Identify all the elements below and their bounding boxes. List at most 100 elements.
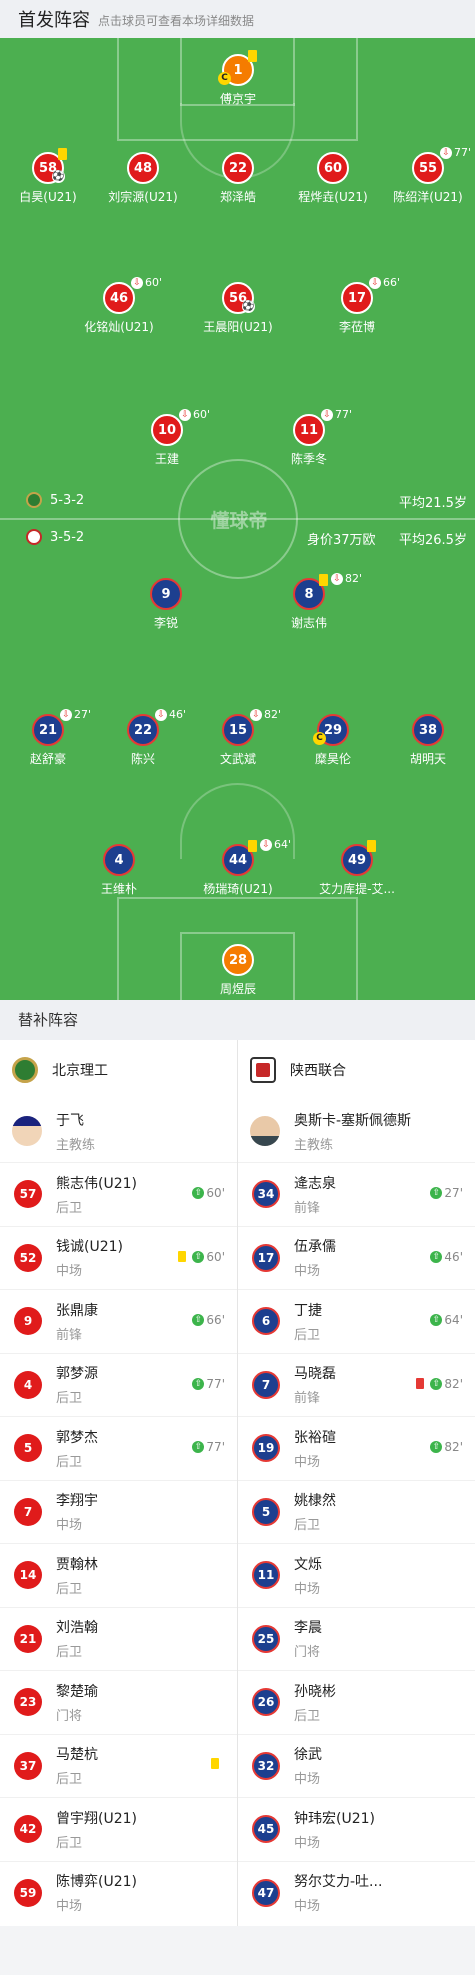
home-coach-row[interactable]: 于飞 主教练 bbox=[0, 1100, 237, 1162]
sub-player-name: 马晓磊 bbox=[294, 1366, 336, 1383]
home-player[interactable]: 55 陈绍洋(U21) ⇩ 77' bbox=[368, 146, 475, 212]
sub-player-position: 前锋 bbox=[294, 1391, 321, 1407]
sub-on-icon: ⇧ bbox=[430, 1187, 443, 1199]
coach-role: 主教练 bbox=[294, 1137, 334, 1153]
sub-player-row[interactable]: 47 努尔艾力-吐... 中场 bbox=[238, 1860, 475, 1925]
player-name: 李莅博 bbox=[338, 320, 375, 334]
sub-on-minute: 66' bbox=[206, 1313, 225, 1327]
player-number-badge: 48 bbox=[127, 152, 159, 184]
sub-events: ⇧ 77' bbox=[192, 1440, 225, 1454]
home-subs-list: 57 熊志伟(U21) 后卫 ⇧ 60' 52 钱诚(U21) 中场 ⇧ 60' 9 张鼎康 前锋 ⇧ 66… bbox=[0, 1162, 237, 1924]
home-player[interactable]: 10 王建 ⇩ 60' bbox=[107, 408, 227, 474]
sub-player-row[interactable]: 25 李晨 门将 bbox=[238, 1606, 475, 1671]
sub-events: ⇧ 82' bbox=[416, 1377, 463, 1391]
sub-on-minute: 82' bbox=[444, 1440, 463, 1454]
sub-player-name: 张鼎康 bbox=[56, 1302, 98, 1319]
pitch: 懂球帝 5-3-2 平均21.5岁 3-5-2 身价37万欧 平均26.5岁 1… bbox=[0, 38, 475, 1000]
sub-minute: 77' bbox=[454, 146, 472, 159]
sub-player-name: 黎楚瑜 bbox=[56, 1683, 98, 1700]
sub-player-row[interactable]: 17 伍承儒 中场 ⇧ 46' bbox=[238, 1225, 475, 1290]
sub-player-row[interactable]: 23 黎楚瑜 门将 bbox=[0, 1670, 237, 1734]
sub-player-position: 门将 bbox=[56, 1708, 83, 1724]
sub-player-name: 陈博弈(U21) bbox=[56, 1874, 137, 1891]
captain-icon: C bbox=[218, 72, 231, 85]
away-coach-row[interactable]: 奥斯卡-塞斯佩德斯 主教练 bbox=[238, 1100, 475, 1162]
away-team-row[interactable]: 陕西联合 bbox=[238, 1040, 475, 1100]
sub-player-name: 郭梦杰 bbox=[56, 1429, 98, 1446]
sub-player-row[interactable]: 5 姚棣然 后卫 bbox=[238, 1479, 475, 1544]
sub-player-position: 后卫 bbox=[56, 1835, 83, 1851]
away-player[interactable]: 38 胡明天 bbox=[368, 714, 475, 774]
sub-minute: 60' bbox=[193, 408, 211, 421]
captain-icon: C bbox=[313, 732, 326, 745]
player-name: 陈季冬 bbox=[290, 452, 327, 466]
sub-player-position: 前锋 bbox=[56, 1327, 83, 1343]
away-player[interactable]: 28 周煜辰 bbox=[178, 944, 298, 1000]
away-player[interactable]: 9 李锐 bbox=[106, 578, 226, 638]
sub-player-row[interactable]: 14 贾翰林 后卫 bbox=[0, 1543, 237, 1607]
home-player[interactable]: 56 王晨阳(U21) ⚽ bbox=[178, 282, 298, 342]
sub-events: ⇧ 66' bbox=[192, 1313, 225, 1327]
sub-player-position: 后卫 bbox=[56, 1772, 83, 1788]
sub-events: ⇧ 64' bbox=[430, 1313, 463, 1327]
coach-name: 于飞 bbox=[56, 1112, 84, 1129]
sub-player-row[interactable]: 4 郭梦源 后卫 ⇧ 77' bbox=[0, 1352, 237, 1417]
red-card-icon bbox=[416, 1378, 425, 1389]
player-number-badge: 32 bbox=[252, 1751, 280, 1780]
substitutes-panel: 北京理工 于飞 主教练 57 熊志伟(U21) 后卫 ⇧ 60' 52 钱诚(U21) 中场 ⇧ 6… bbox=[0, 1040, 475, 1926]
sub-player-row[interactable]: 26 孙晓彬 后卫 bbox=[238, 1670, 475, 1734]
sub-player-position: 中场 bbox=[294, 1264, 321, 1280]
sub-player-row[interactable]: 52 钱诚(U21) 中场 ⇧ 60' bbox=[0, 1225, 237, 1290]
sub-minute: 82' bbox=[345, 572, 363, 585]
home-player[interactable]: 1 傅京宇 C bbox=[178, 50, 298, 114]
sub-on-icon: ⇧ bbox=[192, 1377, 205, 1390]
sub-player-row[interactable]: 7 马晓磊 前锋 ⇧ 82' bbox=[238, 1352, 475, 1417]
player-name: 陈绍洋(U21) bbox=[393, 190, 463, 204]
player-number-badge: 21 bbox=[14, 1624, 42, 1653]
player-name: 周煜辰 bbox=[219, 982, 256, 996]
player-name: 谢志伟 bbox=[290, 616, 327, 630]
sub-player-row[interactable]: 57 熊志伟(U21) 后卫 ⇧ 60' bbox=[0, 1162, 237, 1226]
coach-name: 奥斯卡-塞斯佩德斯 bbox=[294, 1112, 412, 1129]
sub-player-position: 后卫 bbox=[56, 1581, 83, 1597]
sub-player-row[interactable]: 5 郭梦杰 后卫 ⇧ 77' bbox=[0, 1416, 237, 1480]
sub-player-row[interactable]: 21 刘浩翰 后卫 bbox=[0, 1606, 237, 1671]
sub-player-position: 中场 bbox=[294, 1581, 321, 1597]
sub-player-row[interactable]: 42 曾宇翔(U21) 后卫 bbox=[0, 1797, 237, 1861]
player-number-badge: 52 bbox=[14, 1243, 42, 1272]
sub-player-row[interactable]: 32 徐武 中场 bbox=[238, 1733, 475, 1798]
sub-player-row[interactable]: 59 陈博弈(U21) 中场 bbox=[0, 1860, 237, 1925]
home-player[interactable]: 46 化铭灿(U21) ⇩ 60' bbox=[59, 276, 179, 342]
sub-player-row[interactable]: 7 李翔宇 中场 bbox=[0, 1479, 237, 1544]
away-player[interactable]: 49 艾力库提-艾... bbox=[297, 840, 417, 904]
player-number-badge: 60 bbox=[317, 152, 349, 184]
yellow-card-icon bbox=[367, 840, 376, 852]
player-number-badge: 38 bbox=[412, 714, 444, 746]
sub-on-icon: ⇧ bbox=[430, 1250, 443, 1263]
away-player[interactable]: 8 谢志伟 ⇩ 82' bbox=[249, 572, 369, 638]
home-team-row[interactable]: 北京理工 bbox=[0, 1040, 237, 1100]
home-subs-column: 北京理工 于飞 主教练 57 熊志伟(U21) 后卫 ⇧ 60' 52 钱诚(U21) 中场 ⇧ 6… bbox=[0, 1040, 237, 1924]
away-player[interactable]: 4 王维朴 bbox=[59, 844, 179, 904]
away-player[interactable]: 44 杨瑞琦(U21) ⇩ 64' bbox=[178, 838, 298, 904]
goal-ball-icon: ⚽ bbox=[52, 170, 65, 183]
sub-player-row[interactable]: 11 文烁 中场 bbox=[238, 1543, 475, 1607]
lineup-header: 首发阵容 点击球员可查看本场详细数据 bbox=[0, 0, 475, 38]
sub-player-row[interactable]: 6 丁捷 后卫 ⇧ 64' bbox=[238, 1289, 475, 1353]
player-name: 李锐 bbox=[153, 616, 178, 630]
home-team-logo-icon bbox=[12, 1057, 38, 1083]
sub-player-row[interactable]: 37 马楚杭 后卫 bbox=[0, 1733, 237, 1798]
sub-player-row[interactable]: 19 张裕碹 中场 ⇧ 82' bbox=[238, 1416, 475, 1480]
sub-player-row[interactable]: 34 逄志泉 前锋 ⇧ 27' bbox=[238, 1162, 475, 1226]
sub-on-icon: ⇧ bbox=[192, 1187, 205, 1199]
sub-player-row[interactable]: 45 钟玮宏(U21) 中场 bbox=[238, 1797, 475, 1861]
home-formation: 5-3-2 bbox=[26, 492, 84, 508]
sub-events: ⇧ 27' bbox=[430, 1186, 463, 1200]
sub-player-row[interactable]: 9 张鼎康 前锋 ⇧ 66' bbox=[0, 1289, 237, 1353]
player-number-badge: 6 bbox=[252, 1307, 280, 1336]
sub-off-icon: ⇩ bbox=[60, 708, 72, 721]
home-player[interactable]: 11 陈季冬 ⇩ 77' bbox=[249, 408, 369, 474]
home-player[interactable]: 17 李莅博 ⇩ 66' bbox=[297, 276, 417, 342]
yellow-card-icon bbox=[319, 574, 328, 586]
sub-player-position: 中场 bbox=[294, 1454, 321, 1470]
